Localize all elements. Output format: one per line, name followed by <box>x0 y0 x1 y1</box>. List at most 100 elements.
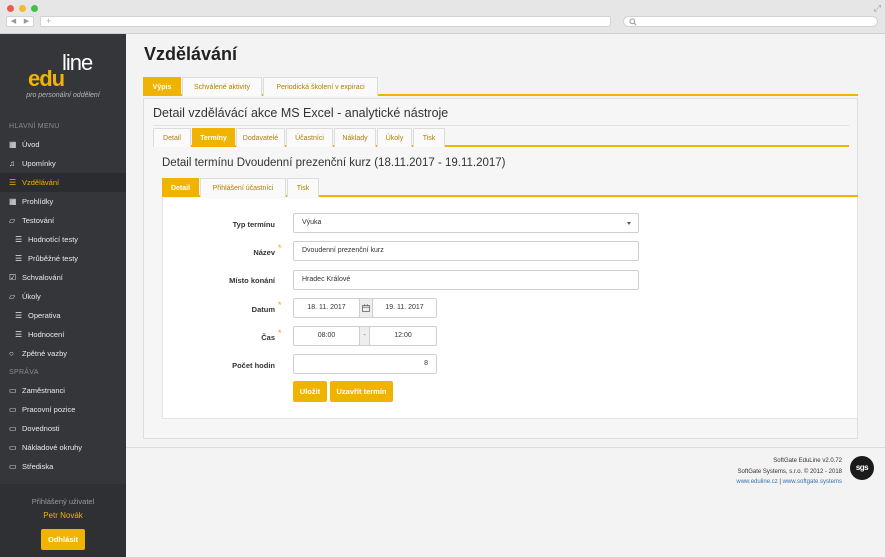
close-window-dot[interactable] <box>7 5 14 12</box>
logo-edu-text: edu <box>28 66 65 91</box>
check-icon: ☑ <box>9 273 17 282</box>
divider <box>153 125 849 126</box>
save-button[interactable]: Uložit <box>293 381 327 402</box>
sidebar-item-label: Úvod <box>22 140 40 149</box>
type-select[interactable]: Výuka <box>293 213 639 233</box>
list-icon: ☰ <box>9 178 17 187</box>
comment-icon: ○ <box>9 349 14 358</box>
term-tab-detail[interactable]: Detail <box>162 178 199 197</box>
footer-version: SoftGate EduLine v2.0.72 <box>773 458 842 464</box>
eduline-link[interactable]: www.eduline.cz <box>736 479 777 485</box>
name-input[interactable]: Dvoudenní prezenční kurz <box>293 241 639 261</box>
browser-search-bar[interactable] <box>623 16 878 27</box>
detail-title: Detail vzdělávácí akce MS Excel - analyt… <box>153 106 449 120</box>
sidebar-item-hodnotící-testy[interactable]: ☰ Hodnotící testy <box>0 230 126 249</box>
sidebar-item-label: Testování <box>22 216 55 225</box>
time-from-input[interactable]: 08:00 <box>293 326 360 346</box>
sidebar-item-testování[interactable]: ▱ Testování <box>0 211 126 230</box>
folder-icon: ▭ <box>9 443 17 452</box>
url-bar[interactable]: + <box>40 16 611 27</box>
tab-tisk[interactable]: Tisk <box>413 128 445 147</box>
tab-terminy[interactable]: Termíny <box>192 128 235 147</box>
sidebar-item-schvalování[interactable]: ☑ Schvalování <box>0 268 126 287</box>
tab-periodicka-skoleni[interactable]: Periodická školení v expiraci <box>263 77 378 96</box>
sidebar-item-operativa[interactable]: ☰ Operativa <box>0 306 126 325</box>
sidebar-item-dovednosti[interactable]: ▭ Dovednosti <box>0 419 126 438</box>
plus-icon[interactable]: + <box>46 16 51 26</box>
bell-icon: ♫ <box>9 159 15 168</box>
tab-vypis[interactable]: Výpis <box>143 77 181 96</box>
folder-open-icon: ▱ <box>9 216 16 225</box>
tab-schvalene-aktivity[interactable]: Schválené aktivity <box>182 77 262 96</box>
sidebar-item-úvod[interactable]: ▦ Úvod <box>0 135 126 154</box>
required-mark: * <box>278 328 282 338</box>
main-menu-heading: HLAVNÍ MENU <box>9 123 60 130</box>
top-tabs: Výpis Schválené aktivity Periodická škol… <box>143 77 858 96</box>
term-tab-prihlaseni-ucastnici[interactable]: Přihlášení účastníci <box>200 178 286 197</box>
sidebar-item-průběžné-testy[interactable]: ☰ Průběžné testy <box>0 249 126 268</box>
term-tab-tisk[interactable]: Tisk <box>287 178 319 197</box>
date-to-input[interactable]: 19. 11. 2017 <box>372 298 437 318</box>
sidebar-item-zpětné-vazby[interactable]: ○ Zpětné vazby <box>0 344 126 363</box>
main-content: Vzdělávání Výpis Schválené aktivity Peri… <box>126 34 885 557</box>
sidebar-item-upomínky[interactable]: ♫ Upomínky <box>0 154 126 173</box>
browser-chrome: ◀ ▶ + ⤢ <box>0 0 885 34</box>
sidebar-item-zaměstnanci[interactable]: ▭ Zaměstnanci <box>0 381 126 400</box>
tab-naklady[interactable]: Náklady <box>334 128 376 147</box>
sidebar-item-label: Prohlídky <box>22 197 54 206</box>
time-to-input[interactable]: 12:00 <box>369 326 437 346</box>
sidebar-item-pracovní-pozice[interactable]: ▭ Pracovní pozice <box>0 400 126 419</box>
place-input[interactable]: Hradec Králové <box>293 270 639 290</box>
footer-link-separator: | <box>779 479 781 485</box>
softgate-link[interactable]: www.softgate.systems <box>783 479 842 485</box>
page-title: Vzdělávání <box>144 44 238 64</box>
admin-menu-heading: SPRÁVA <box>9 369 39 376</box>
search-icon <box>629 18 637 26</box>
term-form: Typ termínu Výuka Název * Dvoudenní prez… <box>162 198 858 419</box>
sidebar-item-label: Průběžné testy <box>28 254 79 263</box>
tab-ukoly[interactable]: Úkoly <box>377 128 412 147</box>
sidebar: line edu pro personální oddělení HLAVNÍ … <box>0 34 126 557</box>
sgs-logo[interactable]: sgs <box>850 456 874 480</box>
sidebar-item-hodnocení[interactable]: ☰ Hodnocení <box>0 325 126 344</box>
back-icon[interactable]: ◀ <box>11 17 16 26</box>
name-label: Název <box>253 248 275 257</box>
eduline-logo[interactable]: line edu <box>28 46 108 96</box>
expand-icon[interactable]: ⤢ <box>874 3 881 14</box>
type-value: Výuka <box>302 219 322 226</box>
folder-open-icon: ▱ <box>9 292 16 301</box>
list-icon: ☰ <box>15 235 23 244</box>
tab-ucastnici[interactable]: Účastníci <box>286 128 333 147</box>
calendar-icon[interactable] <box>359 298 373 318</box>
tab-detail[interactable]: Detail <box>153 128 191 147</box>
sidebar-item-prohlídky[interactable]: ▦ Prohlídky <box>0 192 126 211</box>
close-term-button[interactable]: Uzavřít termín <box>330 381 393 402</box>
date-from-input[interactable]: 18. 11. 2017 <box>293 298 360 318</box>
user-box: Přihlášený uživatel Petr Novák Odhlásit <box>0 484 126 557</box>
logo-line-text: line <box>62 50 93 75</box>
term-title: Detail termínu Dvoudenní prezenční kurz … <box>162 157 506 169</box>
forward-icon[interactable]: ▶ <box>24 17 29 26</box>
user-name[interactable]: Petr Novák <box>0 511 126 520</box>
footer-copyright: SoftGate Systems, s.r.o. © 2012 - 2018 <box>737 468 842 475</box>
sidebar-item-label: Pracovní pozice <box>22 405 76 414</box>
browser-nav-arrows[interactable]: ◀ ▶ <box>6 16 34 27</box>
folder-icon: ▭ <box>9 462 17 471</box>
maximize-window-dot[interactable] <box>31 5 38 12</box>
sidebar-item-label: Úkoly <box>22 292 41 301</box>
logo-tagline: pro personální oddělení <box>26 92 100 99</box>
grid-icon: ▦ <box>9 140 17 149</box>
sidebar-item-vzdělávání[interactable]: ☰ Vzdělávání <box>0 173 126 192</box>
hours-input[interactable]: 8 <box>293 354 437 374</box>
tab-dodavatele[interactable]: Dodavatelé <box>236 128 285 147</box>
sidebar-item-úkoly[interactable]: ▱ Úkoly <box>0 287 126 306</box>
sidebar-item-nákladové-okruhy[interactable]: ▭ Nákladové okruhy <box>0 438 126 457</box>
folder-icon: ▭ <box>9 424 17 433</box>
sidebar-item-střediska[interactable]: ▭ Střediska <box>0 457 126 476</box>
chevron-down-icon <box>627 222 631 225</box>
minimize-window-dot[interactable] <box>19 5 26 12</box>
hours-label: Počet hodin <box>232 361 275 370</box>
divider <box>126 447 885 448</box>
sidebar-item-label: Hodnotící testy <box>28 235 79 244</box>
logout-button[interactable]: Odhlásit <box>41 529 85 550</box>
